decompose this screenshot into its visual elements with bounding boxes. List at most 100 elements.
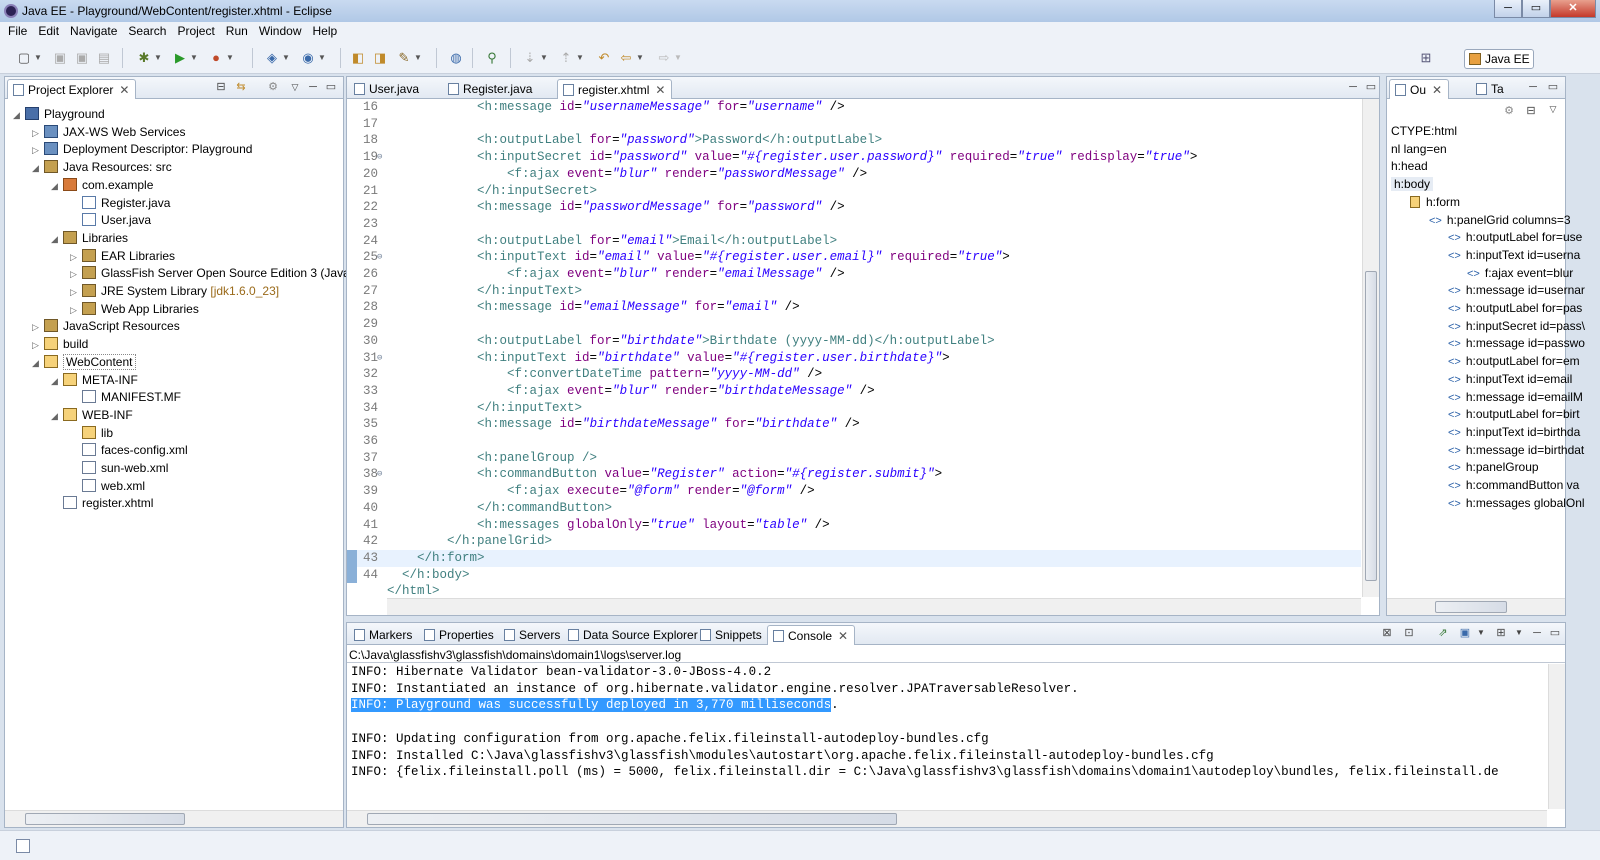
fast-view-icon[interactable] [16,839,30,853]
chevron-down-icon[interactable]: ▼ [154,50,162,66]
chevron-down-icon[interactable]: ▼ [414,50,422,66]
outline-item[interactable]: <> h:panelGrid columns=3 [1429,212,1571,230]
code-line[interactable]: 26 <f:ajax event="blur" render="emailMes… [347,266,1361,283]
expand-toggle-icon[interactable]: ◢ [32,354,42,372]
code-line[interactable]: 39 <f:ajax execute="@form" render="@form… [347,483,1361,500]
outline-item[interactable]: h:form [1410,194,1460,212]
outline-item[interactable]: <> h:inputText id=email [1448,371,1572,389]
view-menu-icon[interactable]: ▽ [1547,103,1559,115]
menu-help[interactable]: Help [309,22,345,42]
menu-run[interactable]: Run [222,22,255,42]
fold-toggle-icon[interactable]: ⊖ [377,249,385,266]
expand-toggle-icon[interactable]: ▷ [32,124,42,142]
menu-search[interactable]: Search [124,22,173,42]
tree-item[interactable]: ▷ Deployment Descriptor: Playground [32,140,252,158]
console-horizontal-scrollbar[interactable] [347,810,1547,827]
tree-item[interactable]: faces-config.xml [70,441,188,459]
outline-item[interactable]: <> h:outputLabel for=birt [1448,406,1580,424]
code-line[interactable]: 30 <h:outputLabel for="birthdate">Birthd… [347,333,1361,350]
debug-icon[interactable]: ✱ [136,50,152,66]
tab-register-xhtml[interactable]: register.xhtml ✕ [557,79,673,99]
forward-icon[interactable]: ⇨ [656,50,672,66]
chevron-down-icon[interactable]: ▼ [34,50,42,66]
editor-vertical-scrollbar[interactable] [1362,99,1379,597]
run-icon[interactable]: ▶ [172,50,188,66]
menu-window[interactable]: Window [255,22,309,42]
outline-item[interactable]: <> h:outputLabel for=use [1448,229,1582,247]
chevron-down-icon[interactable]: ▼ [226,50,234,66]
expand-toggle-icon[interactable]: ▷ [70,248,80,266]
scroll-thumb[interactable] [1365,271,1377,581]
code-line[interactable]: 41 <h:messages globalOnly="true" layout=… [347,517,1361,534]
maximize-view-icon[interactable]: ▭ [325,81,337,93]
tree-item[interactable]: ◢ META-INF [51,371,138,389]
code-line[interactable]: 37 <h:panelGroup /> [347,450,1361,467]
editor-horizontal-scrollbar[interactable] [387,598,1361,615]
scroll-thumb[interactable] [1435,601,1507,613]
outline-item[interactable]: <> h:messages globalOnl [1448,495,1585,513]
tree-item[interactable]: User.java [70,211,151,229]
close-icon[interactable]: ✕ [838,629,848,643]
tree-item[interactable]: ▷ JRE System Library [jdk1.6.0_23] [70,282,279,300]
chevron-down-icon[interactable]: ▼ [540,50,548,66]
code-line[interactable]: 43 </h:form> [347,549,1361,567]
outline-item[interactable]: CTYPE:html [1391,123,1457,141]
close-icon[interactable]: ✕ [1432,83,1442,97]
save-all-icon[interactable]: ▣ [74,50,90,66]
fold-toggle-icon[interactable]: ⊖ [377,149,385,166]
code-line[interactable]: 44 </h:body> [347,567,1361,584]
code-line[interactable]: 42 </h:panelGrid> [347,533,1361,550]
tree-item[interactable]: web.xml [70,477,145,495]
last-edit-icon[interactable]: ↶ [596,50,612,66]
chevron-down-icon[interactable]: ▼ [576,50,584,66]
code-line[interactable]: 35 <h:message id="birthdateMessage" for=… [347,416,1361,433]
chevron-down-icon[interactable]: ▼ [318,50,326,66]
new-web-icon[interactable]: ◉ [300,50,316,66]
minimize-view-icon[interactable]: ─ [1347,81,1359,93]
save-icon[interactable]: ▣ [52,50,68,66]
menu-edit[interactable]: Edit [34,22,66,42]
open-console-icon[interactable]: ⊞ [1495,627,1507,639]
tree-item[interactable]: ▷ EAR Libraries [70,247,175,265]
tree-item[interactable]: ▷ build [32,335,88,353]
perspective-java-ee[interactable]: Java EE [1464,49,1534,69]
expand-toggle-icon[interactable]: ◢ [51,177,61,195]
code-line[interactable]: 17 [347,116,1361,133]
external-tools-icon[interactable]: ● [208,50,224,66]
tree-item[interactable]: ◢ com.example [51,176,153,194]
outline-item[interactable]: <> h:message id=emailM [1448,389,1583,407]
tab-project-explorer[interactable]: Project Explorer ✕ [7,79,137,99]
outline-horizontal-scrollbar[interactable] [1387,598,1565,615]
minimize-view-icon[interactable]: ─ [307,81,319,93]
minimize-button[interactable]: ─ [1494,0,1522,18]
code-line[interactable]: 29 [347,316,1361,333]
outline-item[interactable]: <> h:commandButton va [1448,477,1579,495]
prev-annotation-icon[interactable]: ⇡ [558,50,574,66]
tree-item[interactable]: ◢ Playground [13,105,105,123]
expand-toggle-icon[interactable]: ▷ [70,283,80,301]
close-icon[interactable]: ✕ [119,83,129,97]
outline-filter-icon[interactable]: ⚙ [1503,105,1515,117]
maximize-view-icon[interactable]: ▭ [1549,627,1561,639]
close-icon[interactable]: ✕ [655,83,665,97]
expand-toggle-icon[interactable]: ▷ [70,265,80,283]
chevron-down-icon[interactable]: ▼ [636,50,644,66]
display-console-icon[interactable]: ▣ [1459,627,1471,639]
code-line[interactable]: 19 ⊖ <h:inputSecret id="password" value="… [347,149,1361,166]
outline-item[interactable]: <> f:ajax event=blur [1467,265,1573,283]
outline-item[interactable]: <> h:message id=usernar [1448,282,1585,300]
link-editor-icon[interactable]: ⇆ [235,81,247,93]
expand-toggle-icon[interactable]: ◢ [51,407,61,425]
scroll-thumb[interactable] [25,813,185,825]
chevron-down-icon[interactable]: ▼ [190,50,198,66]
tab-outline[interactable]: Ou ✕ [1389,79,1450,99]
tab-task-list[interactable]: Ta [1471,79,1510,99]
new-server-icon[interactable]: ◈ [264,50,280,66]
tab-data-source-explorer[interactable]: Data Source Explorer [563,625,704,645]
code-line[interactable]: 22 <h:message id="passwordMessage" for="… [347,199,1361,216]
view-filter-icon[interactable]: ⚙ [267,81,279,93]
menu-file[interactable]: File [4,22,34,42]
pin-console-icon[interactable]: ⇗ [1437,627,1449,639]
code-line[interactable]: 31 ⊖ <h:inputText id="birthdate" value="#… [347,350,1361,367]
fold-toggle-icon[interactable]: ⊖ [377,466,385,483]
